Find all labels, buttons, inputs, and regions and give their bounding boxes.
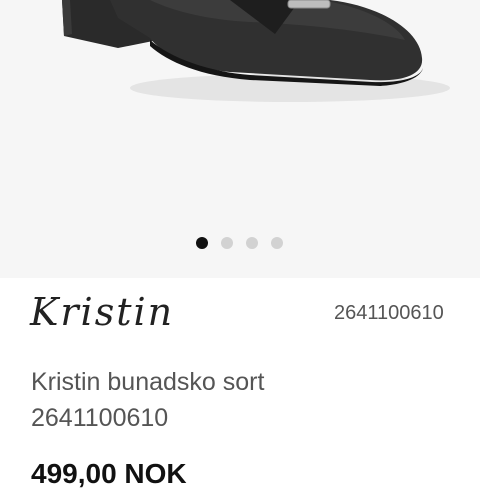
brand-logo[interactable]: Kristin (30, 290, 174, 334)
gallery-dot[interactable] (221, 237, 233, 249)
product-title-line: 2641100610 (31, 404, 169, 432)
product-image-gallery[interactable] (0, 0, 480, 278)
product-price: 499,00 NOK (31, 458, 187, 489)
gallery-dot[interactable] (271, 237, 283, 249)
product-sku: 2641100610 (334, 302, 444, 324)
gallery-pagination (196, 237, 283, 249)
product-title: Kristin bunadsko sort 2641100610 (31, 364, 264, 436)
gallery-dot[interactable] (196, 237, 208, 249)
product-title-line: Kristin bunadsko sort (31, 368, 265, 396)
gallery-dot[interactable] (246, 237, 258, 249)
